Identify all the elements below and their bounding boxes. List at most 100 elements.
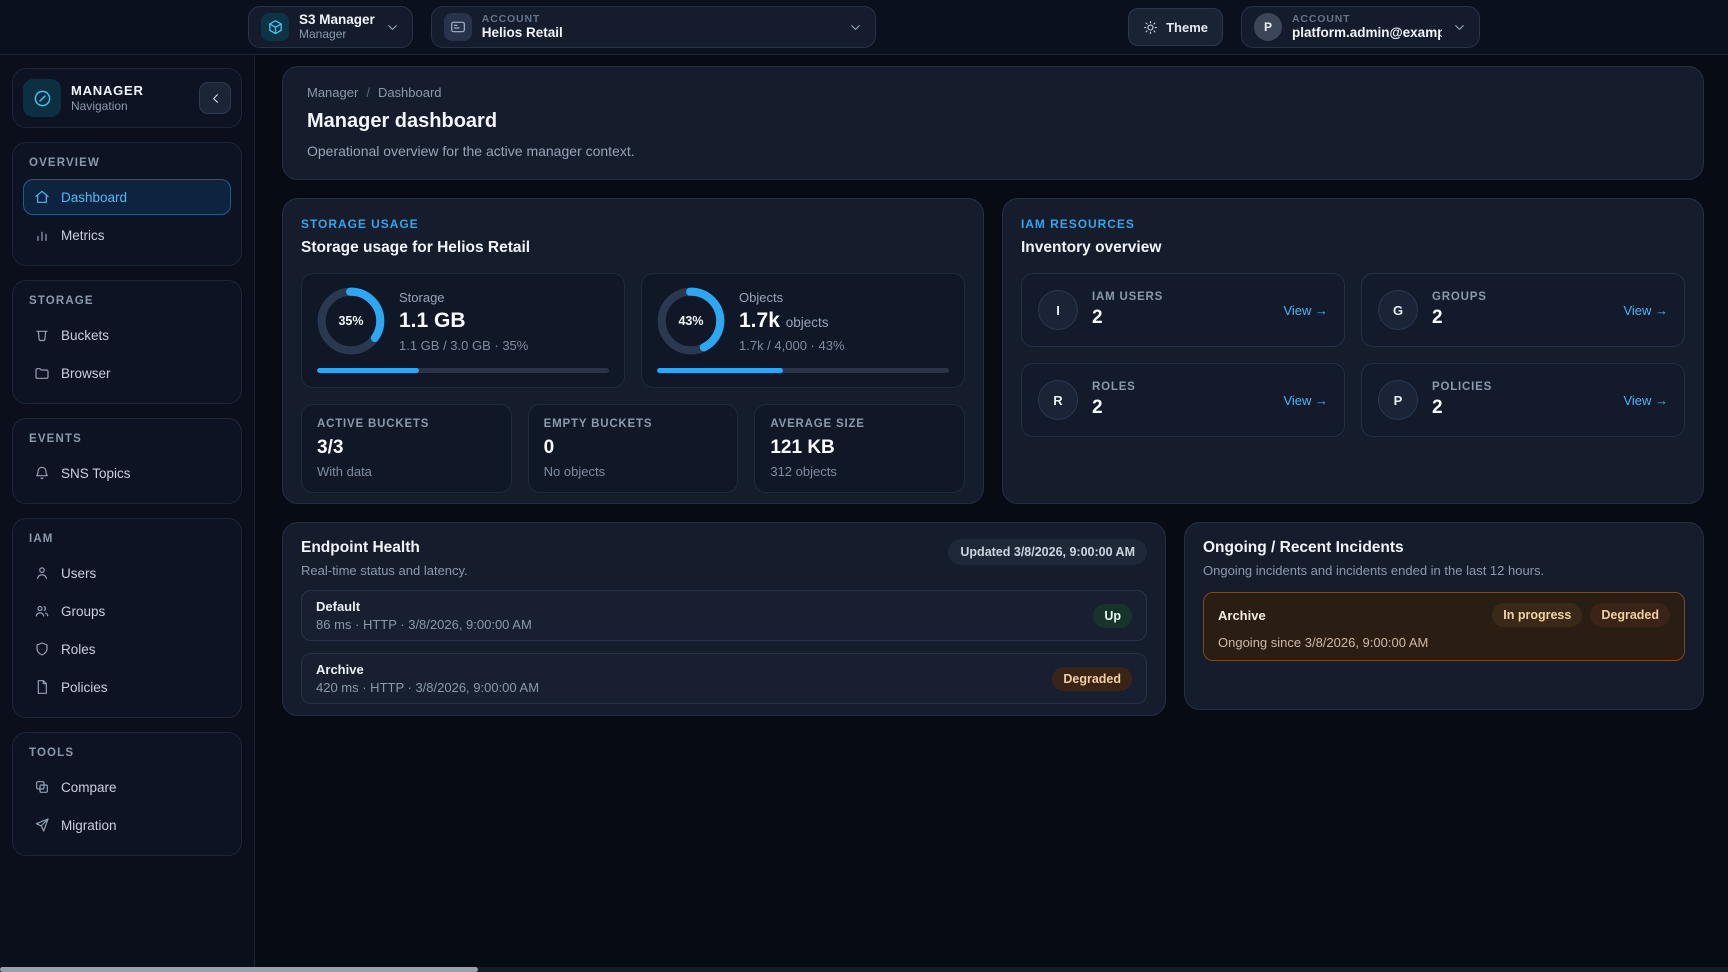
sidebar-item-label: Policies <box>61 680 108 695</box>
home-icon <box>34 189 50 205</box>
theme-button-label: Theme <box>1166 20 1208 35</box>
stat-detail: With data <box>317 464 496 479</box>
endpoint-detail: 86 ms · HTTP · 3/8/2026, 9:00:00 AM <box>316 617 532 632</box>
iam-users-tile: I IAM USERS 2 View → <box>1021 273 1345 347</box>
sun-icon <box>1143 20 1158 35</box>
stat-value: 121 KB <box>770 437 949 459</box>
folder-icon <box>34 365 50 381</box>
iam-card-label: IAM RESOURCES <box>1021 217 1685 231</box>
page-subtitle: Operational overview for the active mana… <box>307 143 1679 159</box>
storage-stat-tiles: ACTIVE BUCKETS 3/3 With data EMPTY BUCKE… <box>301 404 965 493</box>
status-badge-up: Up <box>1093 604 1132 628</box>
user-account-menu[interactable]: P ACCOUNT platform.admin@exampl... <box>1241 6 1480 48</box>
sidebar-item-browser[interactable]: Browser <box>23 355 231 391</box>
incidents-card-subtitle: Ongoing incidents and incidents ended in… <box>1203 563 1685 578</box>
iam-tile-label: GROUPS <box>1432 291 1609 303</box>
sidebar-item-buckets[interactable]: Buckets <box>23 317 231 353</box>
sidebar-collapse-button[interactable] <box>199 82 231 114</box>
sidebar-item-label: Browser <box>61 366 111 381</box>
gauge-value-suffix: objects <box>786 315 829 330</box>
sidebar-group-label: TOOLS <box>29 747 231 759</box>
chevron-down-icon <box>1452 20 1467 35</box>
breadcrumb-separator: / <box>366 85 370 100</box>
user-account-label: ACCOUNT <box>1292 13 1442 25</box>
storage-donut-chart: 35% <box>317 287 385 355</box>
compass-icon <box>23 79 61 117</box>
page-header-card: Manager / Dashboard Manager dashboard Op… <box>282 66 1704 180</box>
incidents-card-title: Ongoing / Recent Incidents <box>1203 539 1685 557</box>
chevron-down-icon <box>848 20 863 35</box>
iam-resources-card: IAM RESOURCES Inventory overview I IAM U… <box>1002 198 1704 504</box>
bar-chart-icon <box>34 227 50 243</box>
horizontal-scrollbar-thumb[interactable] <box>0 967 478 972</box>
sidebar-group-overview: OVERVIEW Dashboard Metrics <box>12 142 242 266</box>
bucket-icon <box>34 327 50 343</box>
gauge-value: 1.1 GB <box>399 309 466 332</box>
roles-tile: R ROLES 2 View → <box>1021 363 1345 437</box>
shield-icon <box>34 641 50 657</box>
gauge-detail: 1.1 GB / 3.0 GB · 35% <box>399 338 528 353</box>
user-icon <box>34 565 50 581</box>
stat-detail: 312 objects <box>770 464 949 479</box>
stat-label: AVERAGE SIZE <box>770 418 949 430</box>
account-selector-value: Helios Retail <box>482 25 838 41</box>
incidents-card: Ongoing / Recent Incidents Ongoing incid… <box>1184 522 1704 710</box>
users-icon <box>34 603 50 619</box>
theme-toggle-button[interactable]: Theme <box>1128 8 1223 46</box>
view-groups-link[interactable]: View → <box>1623 303 1668 318</box>
sidebar-item-compare[interactable]: Compare <box>23 769 231 805</box>
groups-avatar: G <box>1378 290 1418 330</box>
chevron-left-icon <box>208 91 223 106</box>
chevron-down-icon <box>385 20 400 35</box>
iam-tile-count: 2 <box>1432 397 1609 419</box>
sidebar-item-users[interactable]: Users <box>23 555 231 591</box>
sidebar-item-migration[interactable]: Migration <box>23 807 231 843</box>
account-selector[interactable]: ACCOUNT Helios Retail <box>431 6 876 48</box>
sidebar-group-label: EVENTS <box>29 433 231 445</box>
sidebar-item-label: SNS Topics <box>61 466 131 481</box>
storage-percent: 35% <box>317 287 385 355</box>
iam-tile-label: ROLES <box>1092 381 1269 393</box>
sidebar-item-dashboard[interactable]: Dashboard <box>23 179 231 215</box>
sidebar-item-label: Buckets <box>61 328 109 343</box>
sidebar-item-policies[interactable]: Policies <box>23 669 231 705</box>
objects-progress-bar <box>657 368 949 373</box>
sidebar-item-label: Compare <box>61 780 117 795</box>
account-selector-label: ACCOUNT <box>482 13 838 25</box>
roles-avatar: R <box>1038 380 1078 420</box>
row-overview: STORAGE USAGE Storage usage for Helios R… <box>282 198 1704 504</box>
sidebar-item-groups[interactable]: Groups <box>23 593 231 629</box>
stat-value: 0 <box>544 437 723 459</box>
endpoint-card-subtitle: Real-time status and latency. <box>301 563 468 578</box>
objects-donut-chart: 43% <box>657 287 725 355</box>
stat-value: 3/3 <box>317 437 496 459</box>
sidebar-item-metrics[interactable]: Metrics <box>23 217 231 253</box>
iam-users-avatar: I <box>1038 290 1078 330</box>
sidebar-item-sns-topics[interactable]: SNS Topics <box>23 455 231 491</box>
sidebar: MANAGER Navigation OVERVIEW Dashboard Me… <box>0 55 255 972</box>
iam-tile-count: 2 <box>1092 307 1269 329</box>
page-title: Manager dashboard <box>307 110 1679 133</box>
app-switcher[interactable]: S3 Manager Manager <box>248 6 413 48</box>
horizontal-scrollbar <box>0 967 1728 972</box>
main-content: Manager / Dashboard Manager dashboard Op… <box>255 55 1728 972</box>
sidebar-title: MANAGER <box>71 83 189 99</box>
row-health: Endpoint Health Real-time status and lat… <box>282 522 1704 716</box>
iam-tile-count: 2 <box>1432 307 1609 329</box>
sidebar-subtitle: Navigation <box>71 99 189 113</box>
objects-gauge-tile: 43% Objects 1.7k objects 1.7k / 4,000 · … <box>641 273 965 388</box>
incident-name: Archive <box>1218 608 1266 623</box>
view-policies-link[interactable]: View → <box>1623 393 1668 408</box>
document-icon <box>34 679 50 695</box>
sidebar-item-roles[interactable]: Roles <box>23 631 231 667</box>
policies-tile: P POLICIES 2 View → <box>1361 363 1685 437</box>
view-iam-users-link[interactable]: View → <box>1283 303 1328 318</box>
bell-icon <box>34 465 50 481</box>
breadcrumb-dashboard[interactable]: Dashboard <box>378 85 442 100</box>
breadcrumb-manager[interactable]: Manager <box>307 85 358 100</box>
incident-detail: Ongoing since 3/8/2026, 9:00:00 AM <box>1218 635 1670 650</box>
endpoint-row-default: Default 86 ms · HTTP · 3/8/2026, 9:00:00… <box>301 590 1147 641</box>
active-buckets-stat: ACTIVE BUCKETS 3/3 With data <box>301 404 512 493</box>
updated-badge: Updated 3/8/2026, 9:00:00 AM <box>948 539 1147 565</box>
view-roles-link[interactable]: View → <box>1283 393 1328 408</box>
